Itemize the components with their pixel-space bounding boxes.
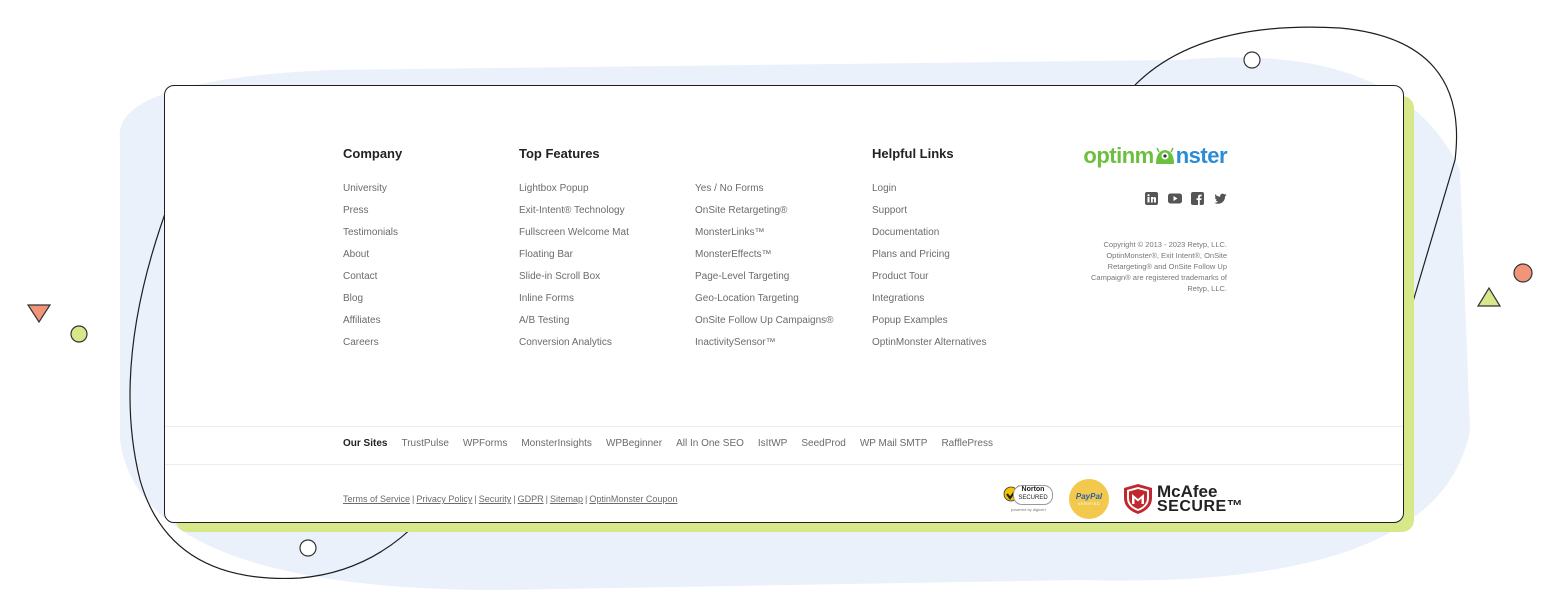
- site-link[interactable]: WPBeginner: [606, 438, 662, 449]
- footer-link[interactable]: Integrations: [872, 288, 987, 310]
- footer-link[interactable]: Login: [872, 178, 987, 200]
- footer-link[interactable]: InactivitySensor™: [695, 332, 834, 354]
- top-features-links-2: Yes / No Forms OnSite Retargeting® Monst…: [695, 178, 834, 354]
- footer-link[interactable]: MonsterEffects™: [695, 244, 834, 266]
- gdpr-link[interactable]: GDPR: [518, 494, 544, 504]
- footer-card: Company University Press Testimonials Ab…: [164, 85, 1404, 523]
- footer-link[interactable]: Documentation: [872, 222, 987, 244]
- linkedin-icon[interactable]: [1145, 192, 1158, 205]
- site-link[interactable]: RafflePress: [941, 438, 993, 449]
- footer-link[interactable]: A/B Testing: [519, 310, 629, 332]
- footer-link[interactable]: Floating Bar: [519, 244, 629, 266]
- top-features-column: Top Features Lightbox Popup Exit-Intent®…: [519, 146, 629, 354]
- divider: [165, 464, 1403, 465]
- security-link[interactable]: Security: [479, 494, 512, 504]
- social-icons: [1065, 192, 1227, 205]
- footer-link[interactable]: Fullscreen Welcome Mat: [519, 222, 629, 244]
- norton-badge: Norton SECURED powered by digicert: [1003, 482, 1055, 516]
- footer-link[interactable]: Yes / No Forms: [695, 178, 834, 200]
- footer-link[interactable]: Page-Level Targeting: [695, 266, 834, 288]
- company-column: Company University Press Testimonials Ab…: [343, 146, 402, 354]
- coral-triangle-deco: [26, 304, 52, 324]
- footer-link[interactable]: Testimonials: [343, 222, 402, 244]
- footer-link[interactable]: MonsterLinks™: [695, 222, 834, 244]
- twitter-icon[interactable]: [1214, 192, 1227, 205]
- circle-deco: [1243, 51, 1261, 69]
- footer-link[interactable]: OnSite Follow Up Campaigns®: [695, 310, 834, 332]
- circle-deco: [299, 539, 317, 557]
- site-link[interactable]: All In One SEO: [676, 438, 744, 449]
- green-triangle-deco: [1476, 286, 1502, 307]
- youtube-icon[interactable]: [1168, 192, 1182, 205]
- top-features-column-2: Yes / No Forms OnSite Retargeting® Monst…: [695, 146, 834, 354]
- helpful-links-column: Helpful Links Login Support Documentatio…: [872, 146, 987, 354]
- mcafee-shield-icon: [1124, 484, 1152, 514]
- copyright-text: Copyright © 2013 - 2023 Retyp, LLC. Opti…: [1090, 240, 1227, 293]
- optinmonster-logo[interactable]: optinm nster: [1065, 142, 1227, 170]
- helpful-links-heading: Helpful Links: [872, 146, 954, 161]
- green-circle-deco: [70, 325, 88, 343]
- site-link[interactable]: SeedProd: [801, 438, 845, 449]
- mcafee-secure-badge: McAfee SECURE™: [1123, 483, 1243, 515]
- site-link[interactable]: TrustPulse: [401, 438, 448, 449]
- company-heading: Company: [343, 146, 403, 161]
- footer-link[interactable]: OnSite Retargeting®: [695, 200, 834, 222]
- footer-link[interactable]: University: [343, 178, 402, 200]
- coral-circle-deco: [1513, 263, 1533, 283]
- divider: [165, 426, 1403, 427]
- brand-block: optinm nster Copyright © 2013 - 2023 Rety…: [1065, 142, 1227, 294]
- sitemap-link[interactable]: Sitemap: [550, 494, 583, 504]
- top-features-heading: Top Features: [519, 146, 600, 161]
- footer-link[interactable]: Support: [872, 200, 987, 222]
- footer-link[interactable]: Blog: [343, 288, 402, 310]
- site-link[interactable]: MonsterInsights: [521, 438, 592, 449]
- footer-link[interactable]: Press: [343, 200, 402, 222]
- footer-link[interactable]: Inline Forms: [519, 288, 629, 310]
- footer-link[interactable]: About: [343, 244, 402, 266]
- footer-link[interactable]: Conversion Analytics: [519, 332, 629, 354]
- footer-link[interactable]: Geo-Location Targeting: [695, 288, 834, 310]
- legal-links: Terms of Service | Privacy Policy | Security…: [343, 494, 678, 504]
- footer-link[interactable]: Product Tour: [872, 266, 987, 288]
- footer-link[interactable]: Affiliates: [343, 310, 402, 332]
- top-features-links: Lightbox Popup Exit-Intent® Technology F…: [519, 178, 629, 354]
- coupon-link[interactable]: OptinMonster Coupon: [589, 494, 677, 504]
- our-sites-label: Our Sites: [343, 438, 388, 449]
- our-sites-bar: Our Sites TrustPulse WPForms MonsterInsi…: [343, 438, 993, 449]
- footer-link[interactable]: Plans and Pricing: [872, 244, 987, 266]
- footer-link[interactable]: Exit-Intent® Technology: [519, 200, 629, 222]
- footer-link[interactable]: OptinMonster Alternatives: [872, 332, 987, 354]
- helpful-links: Login Support Documentation Plans and Pr…: [872, 178, 987, 354]
- trust-badges: Norton SECURED powered by digicert PayPal…: [1003, 479, 1243, 519]
- privacy-link[interactable]: Privacy Policy: [416, 494, 472, 504]
- footer-link[interactable]: Lightbox Popup: [519, 178, 629, 200]
- footer-link[interactable]: Contact: [343, 266, 402, 288]
- monster-icon: [1155, 147, 1174, 164]
- footer-link[interactable]: Careers: [343, 332, 402, 354]
- paypal-verified-badge: PayPal VERIFIED: [1069, 479, 1109, 519]
- footer-link[interactable]: Popup Examples: [872, 310, 987, 332]
- terms-link[interactable]: Terms of Service: [343, 494, 410, 504]
- site-link[interactable]: IsItWP: [758, 438, 787, 449]
- company-links: University Press Testimonials About Cont…: [343, 178, 402, 354]
- site-link[interactable]: WPForms: [463, 438, 507, 449]
- site-link[interactable]: WP Mail SMTP: [860, 438, 928, 449]
- footer-link[interactable]: Slide-in Scroll Box: [519, 266, 629, 288]
- facebook-icon[interactable]: [1191, 192, 1204, 205]
